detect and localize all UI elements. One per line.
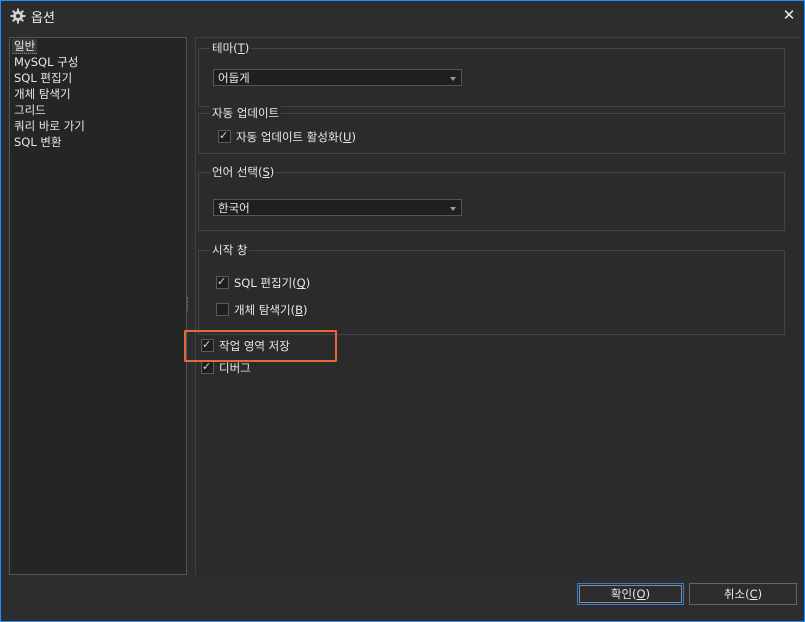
close-button[interactable]: ✕ [780, 6, 798, 24]
startup-window-group: 시작 창 SQL 편집기(Q) 개체 탐색기(B) [198, 242, 785, 335]
auto-update-group-label: 자동 업데이트 [210, 105, 282, 121]
sidebar-item-object-explorer[interactable]: 개체 탐색기 [10, 86, 186, 102]
debug-checkbox[interactable]: 디버그 [201, 359, 251, 376]
object-explorer-label: 개체 탐색기 [234, 303, 291, 317]
sql-editor-label: SQL 편집기 [234, 276, 293, 290]
dialog-title: 옵션 [31, 11, 55, 26]
theme-group-label: 테마(T) [210, 40, 252, 56]
sidebar-item-label: MySQL 구성 [14, 55, 79, 69]
sidebar-item-sql-conversion[interactable]: SQL 변환 [10, 134, 186, 150]
language-group-label: 언어 선택(S) [210, 164, 277, 180]
startup-window-group-label: 시작 창 [210, 242, 250, 258]
auto-update-label: 자동 업데이트 활성화 [236, 130, 339, 144]
gear-icon [10, 8, 26, 24]
sidebar-item-sql-editor[interactable]: SQL 편집기 [10, 70, 186, 86]
theme-selected-value: 어둡게 [218, 71, 250, 85]
settings-panel: 테마(T) 어둡게 자동 업데이트 자동 업데이트 활성화(U) 언어 선택(S… [195, 37, 799, 574]
auto-update-group: 자동 업데이트 자동 업데이트 활성화(U) [198, 105, 785, 154]
sidebar-item-label: 일반 [12, 39, 38, 54]
debug-label: 디버그 [219, 361, 251, 375]
sidebar-item-general[interactable]: 일반 [10, 38, 186, 54]
close-icon: ✕ [782, 6, 796, 24]
checkbox-unchecked-icon [216, 303, 229, 316]
language-group: 언어 선택(S) 한국어 [198, 164, 785, 231]
checkbox-checked-icon [218, 128, 231, 144]
sidebar-item-label: 개체 탐색기 [14, 87, 71, 101]
object-explorer-checkbox[interactable]: 개체 탐색기(B) [216, 302, 307, 318]
auto-update-checkbox[interactable]: 자동 업데이트 활성화(U) [218, 128, 356, 145]
cancel-button[interactable]: 취소(C) [689, 583, 797, 605]
sidebar-item-label: 그리드 [14, 103, 46, 117]
sidebar-item-label: 쿼리 바로 가기 [14, 119, 85, 133]
category-list[interactable]: 일반 MySQL 구성 SQL 편집기 개체 탐색기 그리드 쿼리 바로 가기 … [9, 37, 187, 575]
chevron-down-icon [450, 77, 456, 81]
sql-editor-checkbox[interactable]: SQL 편집기(Q) [216, 274, 310, 291]
sidebar-item-mysql-config[interactable]: MySQL 구성 [10, 54, 186, 70]
theme-group: 테마(T) 어둡게 [198, 40, 785, 107]
ok-button[interactable]: 확인(O) [577, 583, 684, 605]
title-bar[interactable]: 옵션 ✕ [1, 1, 804, 29]
sidebar-item-grid[interactable]: 그리드 [10, 102, 186, 118]
theme-dropdown[interactable]: 어둡게 [213, 69, 462, 86]
checkbox-checked-icon [216, 274, 229, 290]
sidebar-item-label: SQL 변환 [14, 135, 62, 149]
checkbox-checked-icon [201, 359, 214, 375]
sidebar-item-query-shortcuts[interactable]: 쿼리 바로 가기 [10, 118, 186, 134]
language-dropdown[interactable]: 한국어 [213, 199, 462, 216]
options-dialog: 옵션 ✕ 일반 MySQL 구성 SQL 편집기 개체 탐색기 그리드 쿼리 바… [0, 0, 805, 622]
splitter-handle[interactable] [187, 297, 190, 311]
language-selected-value: 한국어 [218, 201, 250, 215]
highlight-annotation [184, 330, 337, 362]
sidebar-item-label: SQL 편집기 [14, 71, 73, 85]
chevron-down-icon [450, 207, 456, 211]
